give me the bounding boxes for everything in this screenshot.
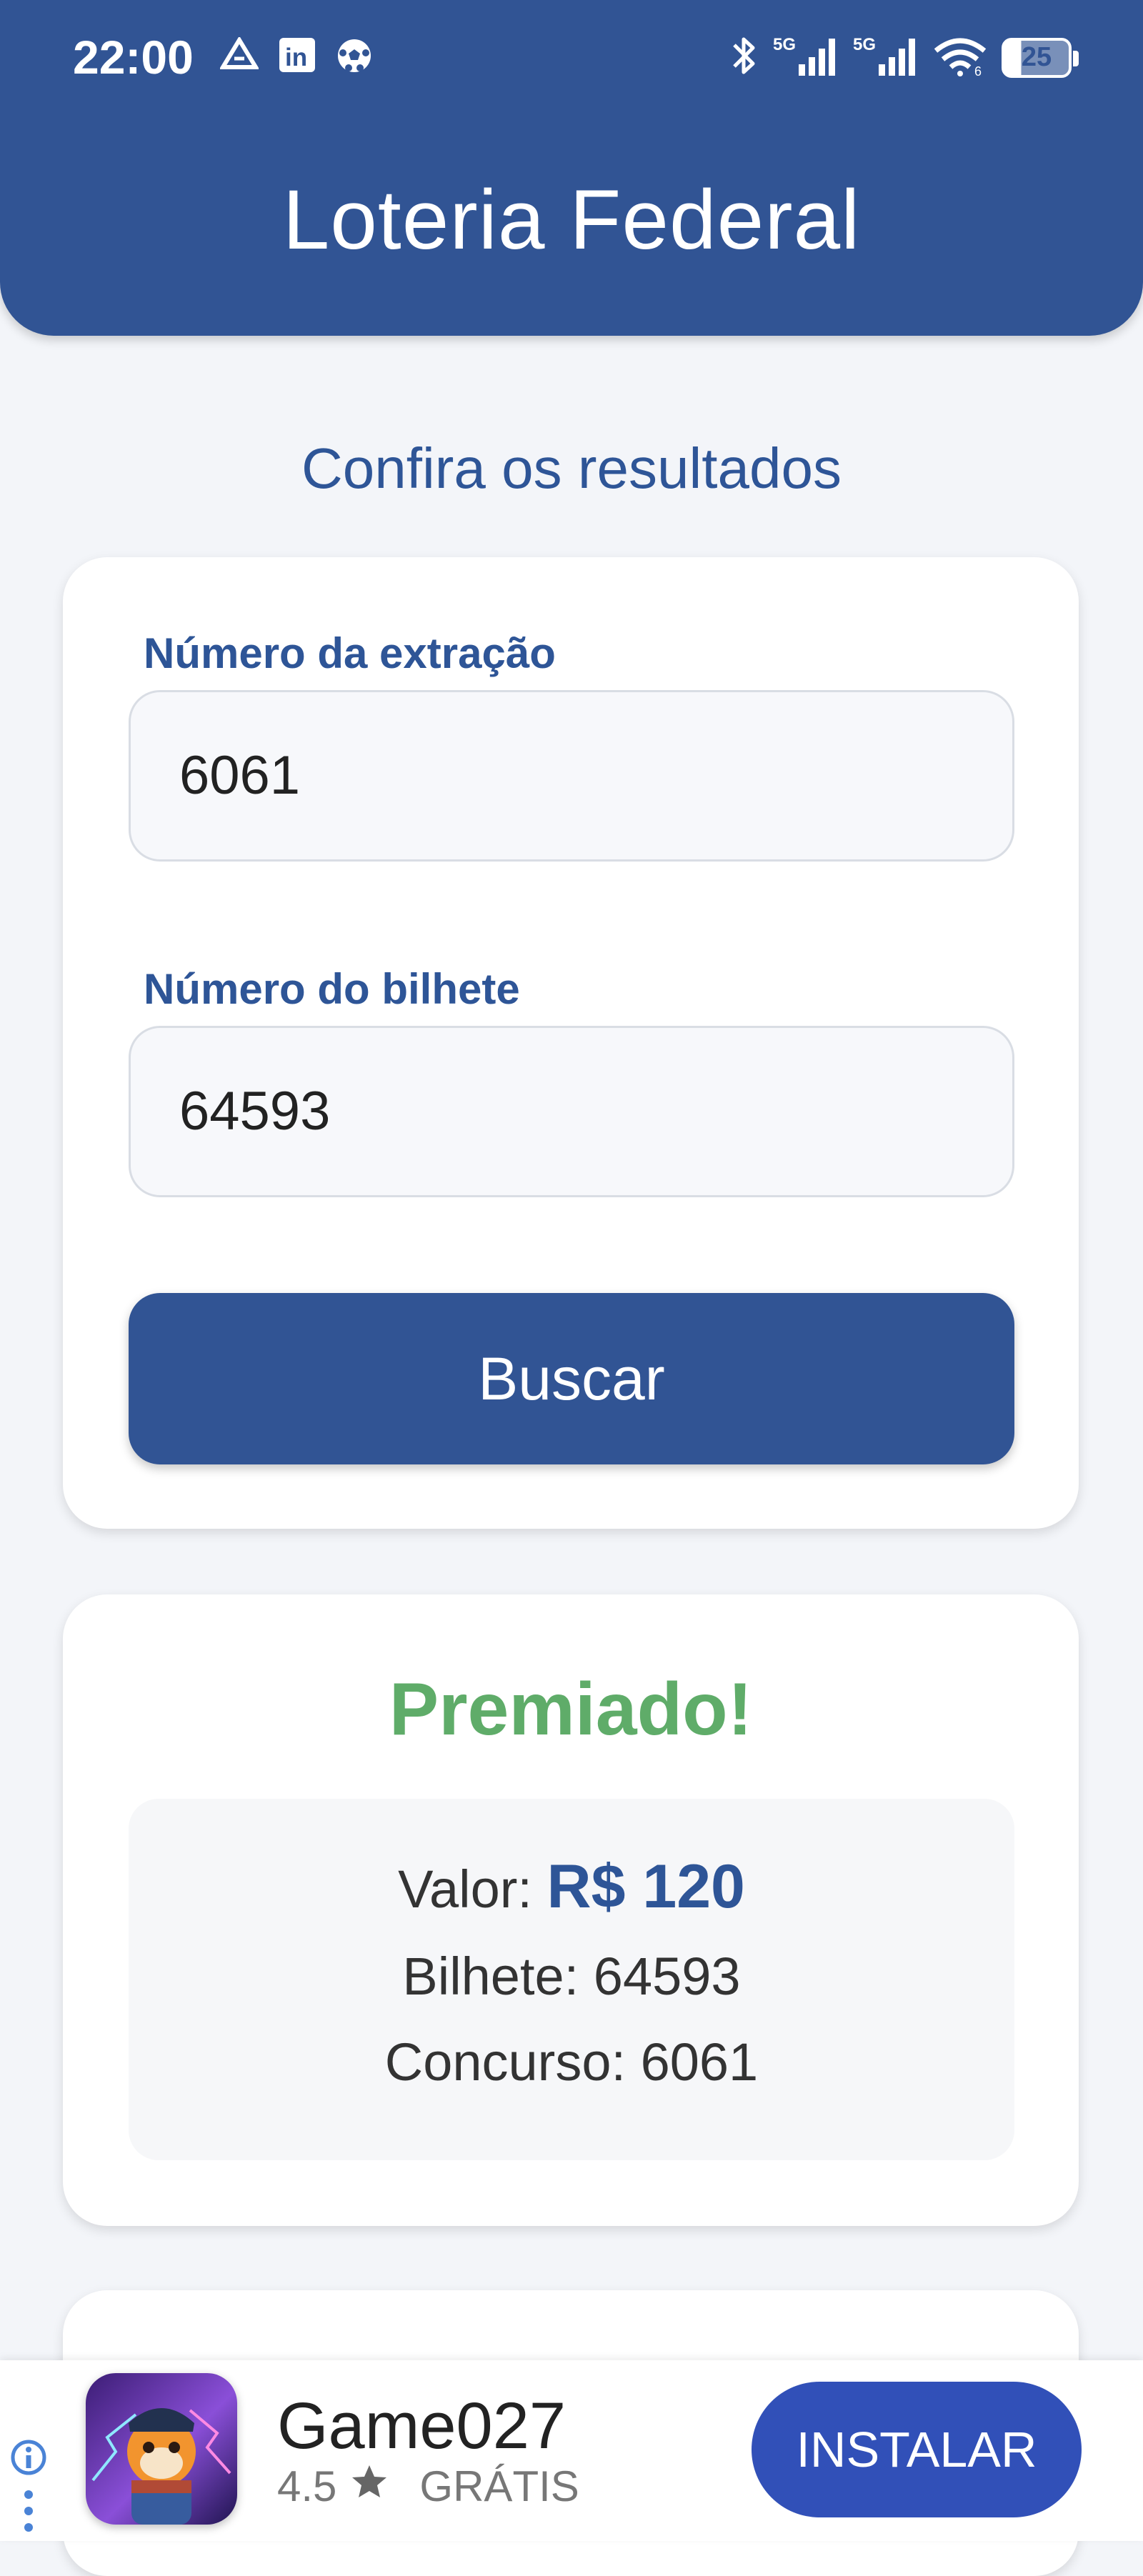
prize-line: Valor: R$ 120 [129,1852,1014,1922]
contest-line: Concurso: 6061 [384,2032,759,2092]
status-left-icons: in [219,36,373,78]
result-card: Premiado! Valor: R$ 120 Bilhete: 64593 C… [63,1594,1079,2226]
section-title: Confira os resultados [301,436,842,500]
status-right-icons: 5G 5G 6 25 [729,33,1079,82]
search-button[interactable]: Buscar [129,1293,1014,1464]
ticket-number-label: Número do bilhete [144,965,520,1013]
wifi-icon: 6 [933,35,987,80]
linkedin-icon: in [279,37,316,78]
star-icon [349,2462,389,2512]
triangle-icon [219,36,260,78]
bluetooth-icon [729,34,759,81]
status-time: 22:00 [73,31,194,84]
ad-app-name[interactable]: Game027 [277,2389,566,2464]
ad-meta: 4.5 GRÁTIS [277,2462,579,2512]
svg-text:5G: 5G [773,35,796,54]
search-form-card: Número da extração 6061 Número do bilhet… [63,557,1079,1529]
ad-price: GRÁTIS [419,2462,579,2510]
draw-number-label: Número da extração [144,629,556,677]
ticket-number-input[interactable]: 64593 [129,1026,1014,1197]
result-details: Valor: R$ 120 Bilhete: 64593 Concurso: 6… [129,1799,1014,2160]
install-button[interactable]: INSTALAR [752,2382,1082,2517]
app-title: Loteria Federal [282,173,861,267]
ticket-line: Bilhete: 64593 [402,1947,741,2006]
draw-number-input[interactable]: 6061 [129,690,1014,862]
result-status: Premiado! [389,1668,753,1751]
battery-icon: 25 [1002,37,1079,78]
svg-text:5G: 5G [853,35,876,54]
ad-banner[interactable]: Game027 4.5 GRÁTIS INSTALAR [0,2360,1143,2541]
app-header: 22:00 in 5G 5G 6 25 Loteria Federal [0,0,1143,336]
5g-signal-icon: 5G [853,33,919,82]
svg-text:6: 6 [974,64,982,76]
5g-signal-icon: 5G [773,33,839,82]
soccer-ball-icon [336,37,373,78]
prize-value: R$ 120 [546,1852,745,1921]
ad-rating: 4.5 [277,2462,337,2510]
game-app-icon[interactable] [86,2373,237,2525]
prize-label: Valor: [398,1859,532,1919]
info-icon[interactable] [10,2439,47,2540]
svg-text:in: in [285,44,307,71]
